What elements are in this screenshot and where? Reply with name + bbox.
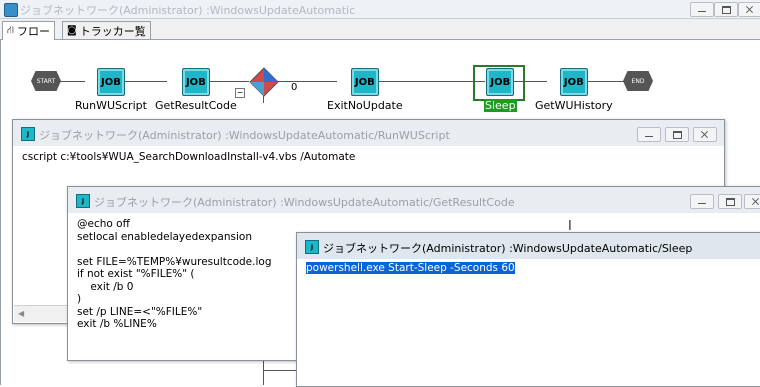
job-icon: JOB [350, 68, 379, 96]
close-button[interactable] [693, 127, 717, 142]
app-icon [4, 3, 18, 17]
script-content[interactable]: powershell.exe Start-Sleep -Seconds 60 [306, 262, 515, 275]
job-icon: JOB [559, 68, 588, 96]
job-label: ExitNoUpdate [327, 99, 403, 112]
job-icon: JOB [181, 68, 210, 96]
window-sleep[interactable]: J ジョブネットワーク(Administrator) :WindowsUpdat… [296, 232, 760, 387]
job-window-icon: J [76, 194, 90, 208]
job-node-sleep[interactable]: JOB Sleep [484, 68, 517, 112]
window-body[interactable]: powershell.exe Start-Sleep -Seconds 60 [298, 260, 760, 385]
maximize-button[interactable] [665, 127, 689, 142]
window-title-bar[interactable]: J ジョブネットワーク(Administrator) :WindowsUpdat… [13, 120, 724, 146]
start-node[interactable]: START [31, 71, 61, 91]
job-icon: JOB [96, 68, 125, 96]
minimize-button[interactable] [690, 194, 714, 209]
close-button[interactable] [744, 194, 760, 209]
scroll-left-icon[interactable]: ◀ [18, 309, 24, 318]
window-title-bar[interactable]: J ジョブネットワーク(Administrator) :WindowsUpdat… [68, 187, 760, 213]
window-title: ジョブネットワーク(Administrator) :WindowsUpdateA… [94, 196, 515, 209]
script-content[interactable]: @echo off setlocal enabledelayedexpansio… [77, 218, 272, 331]
flow-icon: ⛙ [7, 24, 15, 36]
job-icon: JOB [486, 68, 515, 96]
job-label: RunWUScript [75, 99, 147, 112]
script-content[interactable]: cscript c:¥tools¥WUA_SearchDownloadInsta… [22, 151, 355, 164]
window-title: ジョブネットワーク(Administrator) :WindowsUpdateA… [39, 129, 450, 142]
job-label: Sleep [484, 99, 517, 112]
tab-flow-label: フロー [17, 25, 51, 38]
tab-flow[interactable]: ⛙ フロー [2, 21, 56, 40]
job-window-icon: J [305, 240, 319, 254]
job-node-getwuhistory[interactable]: JOB GetWUHistory [535, 68, 613, 112]
branch-label: 0 [291, 82, 298, 93]
selected-script-text[interactable]: powershell.exe Start-Sleep -Seconds 60 [306, 262, 515, 274]
tab-bar: ⛙ フロー ◙ トラッカー覧 [0, 19, 760, 40]
collapse-toggle[interactable]: − [235, 88, 245, 98]
maximize-button[interactable] [714, 2, 738, 17]
job-node-getresultcode[interactable]: JOB GetResultCode [155, 68, 237, 112]
minimize-button[interactable] [637, 127, 661, 142]
maximize-button[interactable] [718, 194, 742, 209]
job-label: GetResultCode [155, 99, 237, 112]
job-node-runwuscript[interactable]: JOB RunWUScript [75, 68, 147, 112]
end-node[interactable]: END [623, 71, 653, 91]
job-window-icon: J [21, 127, 35, 141]
job-node-exitnoupdate[interactable]: JOB ExitNoUpdate [327, 68, 403, 112]
branch-diamond-icon[interactable] [249, 67, 279, 97]
tab-tracker[interactable]: ◙ トラッカー覧 [62, 21, 151, 39]
main-title-bar[interactable]: ジョブネットワーク(Administrator) :WindowsUpdateA… [0, 0, 760, 19]
window-title: ジョブネットワーク(Administrator) :WindowsUpdateA… [323, 242, 693, 255]
window-title-bar[interactable]: J ジョブネットワーク(Administrator) :WindowsUpdat… [297, 233, 760, 259]
tab-tracker-label: トラッカー覧 [79, 24, 146, 38]
tracker-icon: ◙ [67, 25, 77, 36]
job-label: GetWUHistory [535, 99, 613, 112]
minimize-button[interactable] [690, 2, 714, 17]
close-button[interactable] [738, 2, 760, 17]
main-window-title: ジョブネットワーク(Administrator) :WindowsUpdateA… [20, 4, 356, 17]
